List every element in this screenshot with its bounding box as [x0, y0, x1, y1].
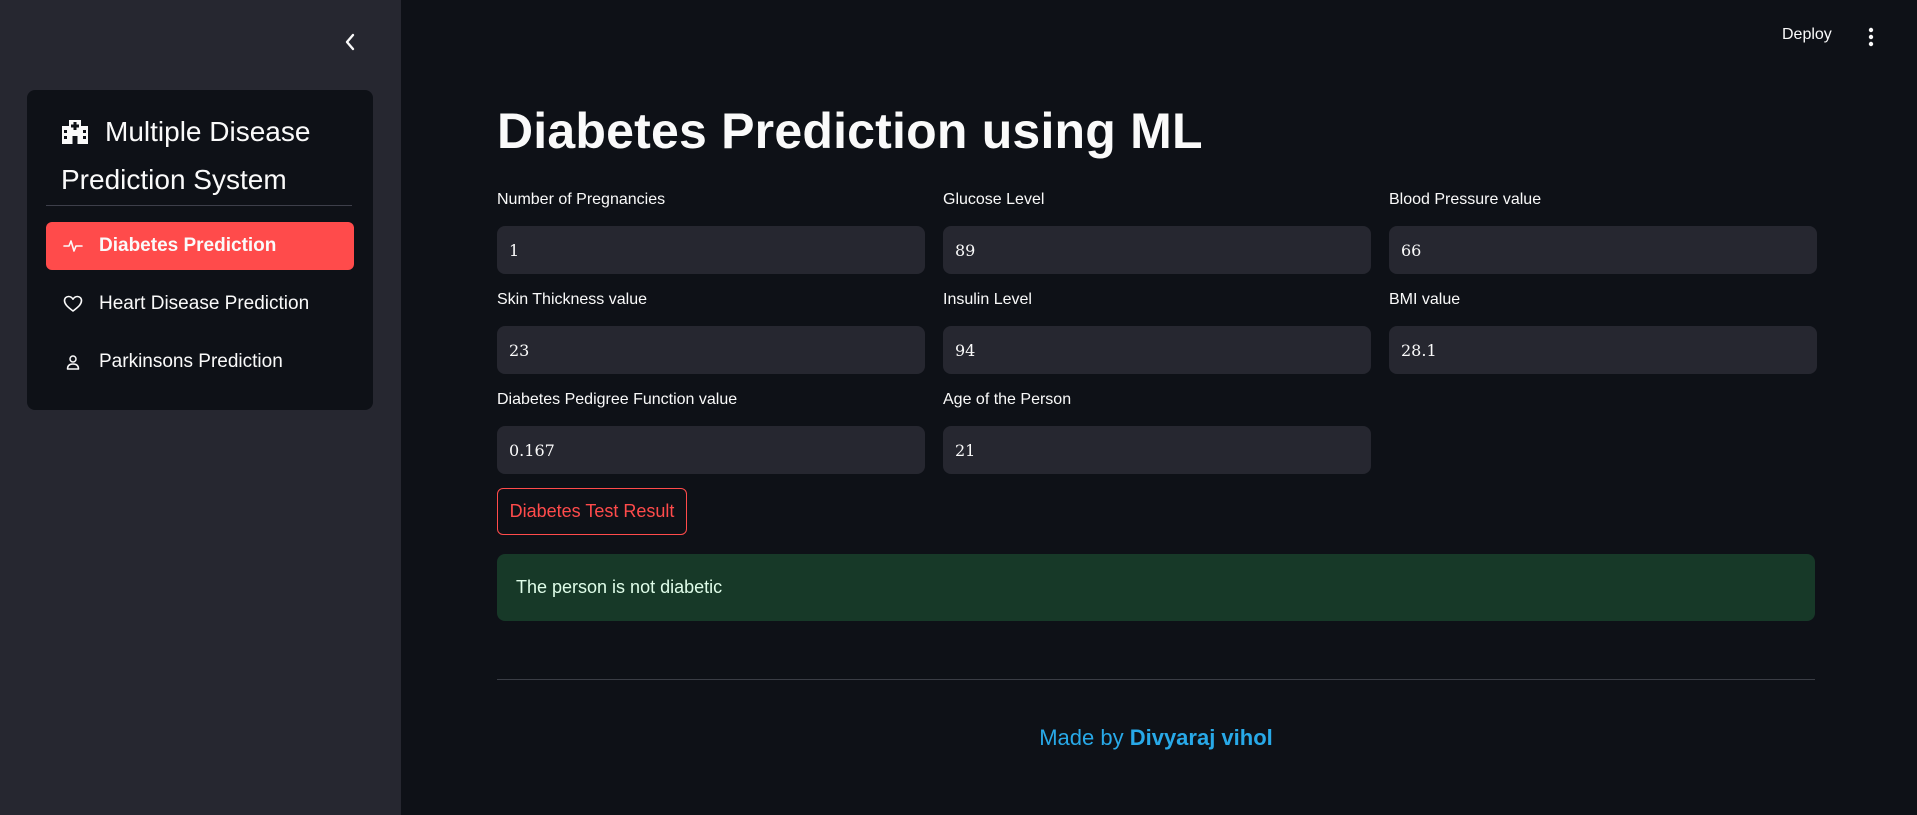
main-menu-button[interactable]	[1862, 24, 1880, 50]
insulin-field: Insulin Level	[943, 290, 1371, 374]
activity-icon	[63, 236, 83, 256]
pedigree-field: Diabetes Pedigree Function value	[497, 390, 925, 474]
field-label: Number of Pregnancies	[497, 191, 666, 208]
diabetes-test-result-button[interactable]: Diabetes Test Result	[497, 488, 687, 535]
blood-pressure-input[interactable]	[1389, 226, 1817, 274]
person-icon	[63, 352, 83, 372]
menu-title-text: Multiple Disease Prediction System	[61, 116, 311, 195]
insulin-input[interactable]	[943, 326, 1371, 374]
glucose-field: Glucose Level	[943, 190, 1371, 274]
footer-author: Divyaraj vihol	[1129, 725, 1273, 750]
sidebar-item-heart[interactable]: Heart Disease Prediction	[46, 280, 354, 328]
option-menu: Multiple Disease Prediction System Diabe…	[27, 90, 373, 410]
page-title: Diabetes Prediction using ML	[497, 103, 1203, 159]
skin-thickness-field: Skin Thickness value	[497, 290, 925, 374]
field-label: Age of the Person	[943, 391, 1072, 408]
field-label: Skin Thickness value	[497, 291, 647, 308]
sidebar-item-label: Parkinsons Prediction	[99, 351, 283, 372]
pregnancies-field: Number of Pregnancies	[497, 190, 925, 274]
footer-prefix: Made by	[1039, 725, 1130, 750]
bmi-input[interactable]	[1389, 326, 1817, 374]
glucose-input[interactable]	[943, 226, 1371, 274]
field-label: Insulin Level	[943, 291, 1032, 308]
chevron-left-icon	[345, 33, 355, 51]
field-label: BMI value	[1389, 291, 1461, 308]
heart-icon	[63, 294, 83, 314]
sidebar-item-parkinsons[interactable]: Parkinsons Prediction	[46, 338, 354, 386]
blood-pressure-field: Blood Pressure value	[1389, 190, 1817, 274]
pedigree-input[interactable]	[497, 426, 925, 474]
sidebar-item-label: Heart Disease Prediction	[99, 293, 310, 314]
footer-divider	[497, 679, 1815, 680]
sidebar-item-label: Diabetes Prediction	[99, 235, 277, 256]
bmi-field: BMI value	[1389, 290, 1817, 374]
skin-thickness-input[interactable]	[497, 326, 925, 374]
success-alert: The person is not diabetic	[497, 554, 1815, 621]
kebab-menu-icon	[1868, 27, 1874, 47]
menu-divider	[46, 205, 352, 206]
result-text: The person is not diabetic	[516, 577, 723, 597]
sidebar: Multiple Disease Prediction System Diabe…	[0, 0, 401, 815]
age-field: Age of the Person	[943, 390, 1371, 474]
field-label: Diabetes Pedigree Function value	[497, 391, 738, 408]
sidebar-item-diabetes[interactable]: Diabetes Prediction	[46, 222, 354, 270]
age-input[interactable]	[943, 426, 1371, 474]
field-label: Glucose Level	[943, 191, 1045, 208]
pregnancies-input[interactable]	[497, 226, 925, 274]
hospital-icon	[61, 114, 89, 158]
deploy-button[interactable]: Deploy	[1782, 26, 1832, 44]
menu-title: Multiple Disease Prediction System	[61, 110, 361, 202]
collapse-sidebar-button[interactable]	[338, 28, 362, 56]
footer-credit: Made by Divyaraj vihol	[0, 725, 1917, 751]
field-label: Blood Pressure value	[1389, 191, 1542, 208]
